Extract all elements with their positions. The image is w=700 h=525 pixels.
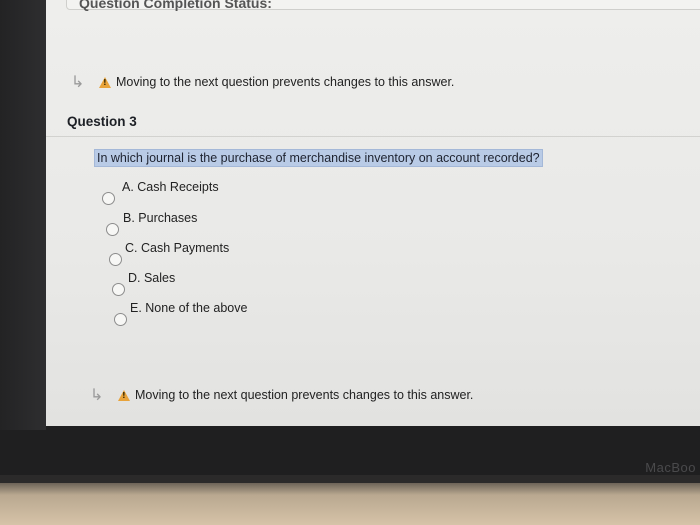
- laptop-base: [0, 475, 700, 525]
- quiz-screen: Question Completion Status: ↳ Moving to …: [46, 0, 700, 426]
- warning-text-bottom: Moving to the next question prevents cha…: [135, 388, 474, 402]
- radio-unselected-icon[interactable]: [112, 283, 125, 296]
- previous-question-card: Question Completion Status:: [66, 0, 700, 11]
- question-divider: [46, 136, 700, 137]
- radio-unselected-icon[interactable]: [109, 253, 122, 266]
- device-brand-label: MacBoo: [645, 460, 696, 475]
- warning-message-bottom: ↳ Moving to the next question prevents c…: [90, 385, 473, 405]
- option-e-label[interactable]: E. None of the above: [130, 301, 247, 315]
- return-arrow-icon: ↳: [71, 74, 85, 91]
- option-c-label[interactable]: C. Cash Payments: [125, 241, 229, 255]
- screen-bezel-left: [0, 0, 46, 430]
- radio-unselected-icon[interactable]: [114, 313, 127, 326]
- question-heading: Question 3: [67, 114, 137, 129]
- question-completion-status-title: Question Completion Status:: [79, 0, 272, 11]
- laptop-hinge: [0, 475, 700, 483]
- question-text: In which journal is the purchase of merc…: [94, 149, 543, 167]
- option-d-label[interactable]: D. Sales: [128, 271, 175, 285]
- radio-unselected-icon[interactable]: [106, 223, 119, 236]
- photo-scene: Question Completion Status: ↳ Moving to …: [0, 0, 700, 525]
- radio-unselected-icon[interactable]: [102, 192, 115, 205]
- warning-message-top: ↳ Moving to the next question prevents c…: [71, 72, 454, 92]
- warning-triangle-icon: [99, 76, 111, 88]
- option-a-label[interactable]: A. Cash Receipts: [122, 180, 219, 194]
- return-arrow-icon: ↳: [90, 387, 104, 404]
- option-b-label[interactable]: B. Purchases: [123, 211, 197, 225]
- warning-triangle-icon: [118, 389, 130, 401]
- warning-text-top: Moving to the next question prevents cha…: [116, 75, 455, 89]
